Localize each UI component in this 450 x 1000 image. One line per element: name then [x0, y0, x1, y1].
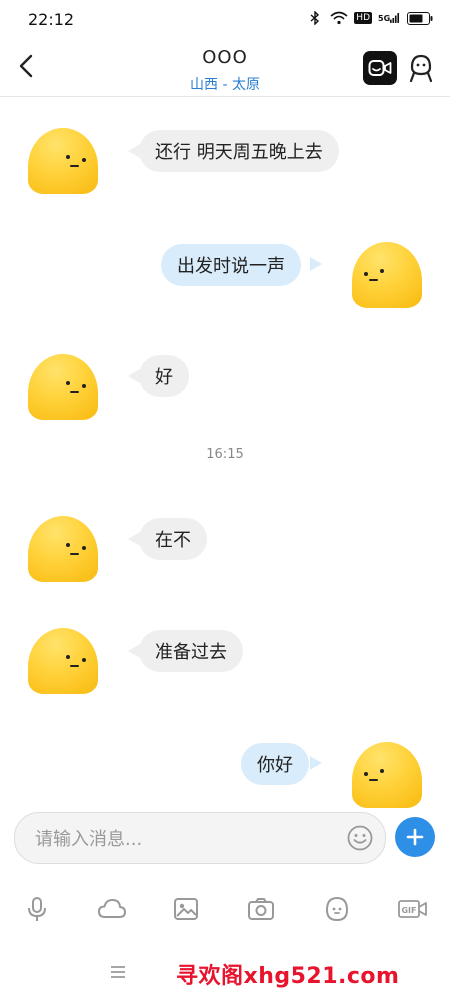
gallery-button[interactable] [170, 893, 202, 925]
contact-avatar[interactable] [28, 128, 98, 194]
signal-icon: 5G [378, 10, 400, 26]
bluetooth-icon [306, 10, 324, 26]
status-bar: 22:12 HD 5G [0, 0, 450, 40]
battery-icon [406, 10, 434, 26]
my-avatar[interactable] [352, 742, 422, 808]
profile-icon [409, 54, 433, 83]
message-input-box[interactable] [14, 812, 386, 865]
video-call-button[interactable] [363, 51, 397, 85]
message-bubble-outgoing[interactable]: 出发时说一声 [161, 244, 301, 286]
microphone-icon [28, 897, 46, 921]
menu-button[interactable] [108, 962, 128, 982]
hd-badge: HD [354, 12, 372, 24]
gif-button[interactable]: GIF [396, 893, 430, 925]
contact-avatar[interactable] [28, 628, 98, 694]
watermark: 寻欢阁xhg521.com [176, 964, 400, 989]
contact-profile-button[interactable] [404, 51, 438, 85]
hamburger-icon [111, 966, 125, 978]
message-bubble-incoming[interactable]: 在不 [139, 518, 207, 560]
network-type: 5G [378, 13, 391, 23]
message-bubble-incoming[interactable]: 好 [139, 355, 189, 397]
message-input[interactable] [33, 813, 337, 865]
gif-icon: GIF [398, 900, 427, 918]
voice-button[interactable] [21, 893, 53, 925]
more-actions-button[interactable] [395, 817, 435, 857]
status-time: 22:12 [28, 10, 75, 29]
message-timestamp: 16:15 [206, 447, 244, 462]
plus-icon [406, 828, 424, 846]
my-avatar[interactable] [352, 242, 422, 308]
sticker-icon [325, 896, 349, 922]
message-bubble-outgoing[interactable]: 你好 [241, 743, 309, 785]
emoji-button[interactable] [347, 825, 373, 851]
bubble-tail [310, 756, 322, 770]
camera-icon [248, 898, 274, 920]
status-icons: HD 5G [306, 10, 434, 26]
camera-button[interactable] [245, 893, 277, 925]
message-bubble-incoming[interactable]: 还行 明天周五晚上去 [139, 130, 339, 172]
emoticon-button[interactable] [321, 893, 353, 925]
smiley-icon [347, 825, 373, 851]
gif-label: GIF [401, 906, 416, 915]
cloud-button[interactable] [96, 893, 128, 925]
video-camera-icon [368, 60, 392, 76]
cloud-icon [98, 899, 126, 918]
contact-avatar[interactable] [28, 354, 98, 420]
contact-avatar[interactable] [28, 516, 98, 582]
bubble-tail [310, 257, 322, 271]
wifi-icon [330, 10, 348, 26]
chat-header: OOO 山西 - 太原 [0, 40, 450, 97]
image-icon [174, 898, 198, 920]
message-bubble-incoming[interactable]: 准备过去 [139, 630, 243, 672]
